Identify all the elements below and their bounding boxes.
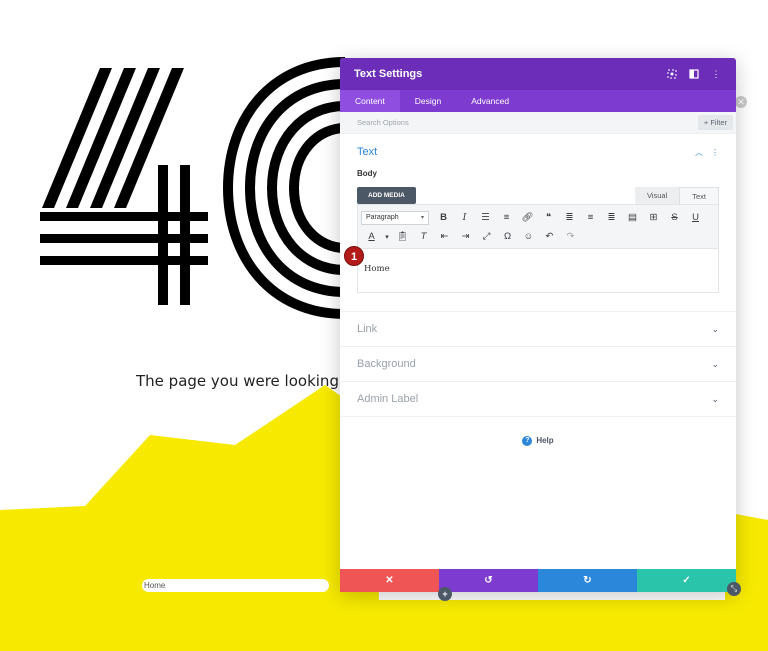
section-background[interactable]: Background ⌄ (340, 346, 736, 381)
undo-icon[interactable]: ↶ (539, 228, 560, 245)
underline-icon[interactable]: U (685, 209, 706, 226)
section-more-icon[interactable]: ⋮ (711, 148, 719, 157)
fullscreen-icon[interactable]: ⤢ (476, 228, 497, 245)
outdent-icon[interactable]: ⇤ (434, 228, 455, 245)
digit-four (40, 68, 208, 305)
editor-content-text: Home (364, 264, 390, 274)
chevron-down-icon: ⌄ (711, 358, 719, 369)
table-icon[interactable]: ⊞ (643, 209, 664, 226)
resize-handle-icon[interactable]: ⤡ (727, 582, 741, 596)
help-link[interactable]: ? Help (340, 416, 736, 464)
section-text-title: Text (357, 146, 378, 158)
section-text-header[interactable]: Text ︿ ⋮ (357, 134, 719, 170)
paste-icon[interactable]: 📋︎ (392, 228, 413, 245)
close-icon[interactable]: ✕ (735, 96, 747, 108)
search-bar: + Filter (340, 112, 736, 134)
text-color-icon[interactable]: A (361, 228, 382, 245)
tab-content[interactable]: Content (340, 90, 400, 112)
more-options-icon[interactable]: ⋮ (710, 68, 722, 80)
align-right-icon[interactable]: ≣ (601, 209, 622, 226)
tab-design[interactable]: Design (400, 90, 456, 112)
error-tagline: The page you were looking (136, 372, 339, 390)
redo-button[interactable]: ↻ (538, 569, 637, 592)
filter-button[interactable]: + Filter (697, 115, 733, 130)
emoji-icon[interactable]: ☺ (518, 228, 539, 245)
clear-format-icon[interactable]: T (413, 228, 434, 245)
special-char-icon[interactable]: Ω (497, 228, 518, 245)
step-marker: 1 (344, 246, 364, 266)
text-settings-modal: Text Settings ⋮ Content Design Advanced … (340, 58, 736, 592)
editor-top-bar: ADD MEDIA Visual Text (357, 183, 719, 204)
modal-title: Text Settings (354, 68, 423, 80)
search-options-input[interactable] (357, 118, 698, 127)
section-background-title: Background (357, 358, 416, 370)
editor-tab-visual[interactable]: Visual (634, 187, 680, 204)
bold-icon[interactable]: B (433, 209, 454, 226)
cancel-button[interactable]: ✕ (340, 569, 439, 592)
modal-header: Text Settings ⋮ (340, 58, 736, 90)
editor-tab-text[interactable]: Text (679, 187, 719, 204)
caret-down-icon: ▾ (420, 215, 424, 221)
digit-zero (222, 57, 346, 319)
align-center-icon[interactable]: ≡ (580, 209, 601, 226)
color-caret-icon[interactable]: ▾ (382, 228, 392, 245)
body-label: Body (357, 169, 377, 178)
quote-icon[interactable]: ❝ (538, 209, 559, 226)
section-link[interactable]: Link ⌄ (340, 311, 736, 346)
tab-advanced[interactable]: Advanced (456, 90, 524, 112)
justify-icon[interactable]: ▤ (622, 209, 643, 226)
link-icon[interactable]: 🔗︎ (517, 209, 538, 226)
add-module-icon[interactable]: + (438, 587, 452, 601)
target-icon[interactable] (666, 68, 678, 80)
format-select-value: Paragraph (366, 214, 399, 221)
rich-text-editor: Paragraph ▾ B I ☰ ≡ 🔗︎ ❝ ≣ ≡ ≣ ▤ ⊞ S U A… (344, 204, 719, 293)
editor-mode-tabs: Visual Text (634, 187, 719, 204)
modal-footer: ✕ ↺ ↻ ✓ (340, 569, 736, 592)
chevron-up-icon[interactable]: ︿ (695, 147, 703, 158)
numbered-list-icon[interactable]: ≡ (496, 209, 517, 226)
redo-icon[interactable]: ↷ (560, 228, 581, 245)
align-left-icon[interactable]: ≣ (559, 209, 580, 226)
format-select[interactable]: Paragraph ▾ (361, 210, 429, 225)
editor-content-area[interactable]: 1 Home (344, 246, 718, 292)
section-admin-label-title: Admin Label (357, 393, 419, 405)
split-view-icon[interactable] (688, 68, 700, 80)
save-button[interactable]: ✓ (637, 569, 736, 592)
home-button-preview[interactable]: Home (142, 579, 329, 592)
section-text: Text ︿ ⋮ Body ADD MEDIA Visual Text Para… (340, 134, 736, 311)
editor-toolbar: Paragraph ▾ B I ☰ ≡ 🔗︎ ❝ ≣ ≡ ≣ ▤ ⊞ S U A… (358, 205, 718, 249)
section-admin-label[interactable]: Admin Label ⌄ (340, 381, 736, 416)
undo-button[interactable]: ↺ (439, 569, 538, 592)
italic-icon[interactable]: I (454, 209, 475, 226)
bullet-list-icon[interactable]: ☰ (475, 209, 496, 226)
modal-tabs: Content Design Advanced (340, 90, 736, 112)
chevron-down-icon: ⌄ (711, 393, 719, 404)
yellow-ground-bottom (0, 600, 768, 651)
strikethrough-icon[interactable]: S (664, 209, 685, 226)
section-link-title: Link (357, 323, 378, 335)
chevron-down-icon: ⌄ (711, 323, 719, 334)
indent-icon[interactable]: ⇥ (455, 228, 476, 245)
help-label: Help (536, 436, 554, 445)
help-icon: ? (522, 435, 533, 446)
add-media-button[interactable]: ADD MEDIA (357, 187, 416, 204)
